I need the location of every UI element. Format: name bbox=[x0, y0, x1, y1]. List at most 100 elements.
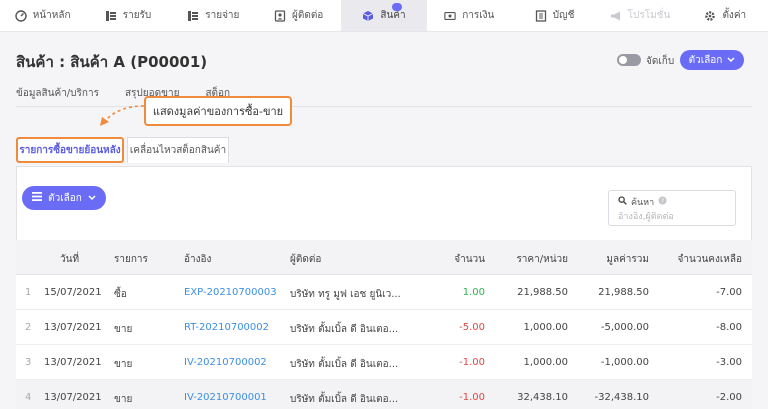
income-icon bbox=[105, 10, 117, 22]
tab-product-info[interactable]: ข้อมูลสินค้า/บริการ bbox=[16, 86, 99, 101]
col-date[interactable]: วันที่ bbox=[60, 252, 79, 267]
row-ref-link[interactable]: IV-20210700002 bbox=[184, 357, 267, 368]
row-type: ขาย bbox=[114, 359, 133, 370]
row-balance: -3.00 bbox=[716, 357, 742, 368]
row-qty: -5.00 bbox=[459, 322, 485, 333]
nav-label: ผู้ติดต่อ bbox=[291, 10, 324, 21]
col-qty[interactable]: จำนวน bbox=[454, 252, 485, 267]
row-price: 21,988.50 bbox=[517, 287, 568, 298]
page-options-label: ตัวเลือก bbox=[688, 54, 723, 66]
nav-item-settings[interactable]: ตั้งค่า bbox=[683, 0, 768, 31]
nav-label: หน้าหลัก bbox=[32, 10, 71, 21]
row-contact: บริษัท ตั้มเบิ้ล ดี อินเตอ... bbox=[290, 394, 399, 405]
search-label-text: ค้นหา bbox=[631, 198, 655, 208]
table-row[interactable]: 2 13/07/2021 ขาย RT-20210700002 บริษัท ต… bbox=[16, 310, 752, 345]
nav-item-dashboard[interactable]: หน้าหลัก bbox=[0, 0, 85, 31]
nav-label: บัญชี bbox=[552, 10, 575, 21]
ledger-icon bbox=[535, 9, 547, 22]
tab-transaction-history[interactable]: รายการซื้อขายย้อนหลัง bbox=[16, 137, 124, 163]
col-balance[interactable]: จำนวนคงเหลือ bbox=[678, 252, 742, 267]
nav-label: โปรโมชั่น bbox=[627, 10, 671, 21]
col-contact[interactable]: ผู้ติดต่อ bbox=[290, 252, 321, 267]
table-row[interactable]: 4 13/07/2021 ขาย IV-20210700001 บริษัท ต… bbox=[16, 380, 752, 409]
col-price[interactable]: ราคา/หน่วย bbox=[516, 252, 568, 267]
dashboard-icon bbox=[15, 9, 27, 22]
nav-item-products[interactable]: สินค้า bbox=[341, 0, 427, 31]
row-index: 3 bbox=[25, 357, 32, 368]
options-label: ตัวเลือก bbox=[48, 192, 82, 204]
tab-stock-movement[interactable]: เคลื่อนไหวสต็อกสินค้า bbox=[127, 137, 229, 163]
callout-arrow-icon bbox=[100, 105, 145, 126]
row-date: 13/07/2021 bbox=[44, 392, 102, 403]
archive-toggle[interactable] bbox=[617, 54, 641, 66]
table-header: วันที่ รายการ อ้างอิง ผู้ติดต่อ จำนวน รา… bbox=[16, 240, 752, 275]
nav-label: รายรับ bbox=[122, 10, 152, 21]
row-total: -32,438.10 bbox=[594, 392, 649, 403]
finance-icon bbox=[444, 10, 456, 22]
row-type: ขาย bbox=[114, 324, 133, 335]
search-box: ค้นหา ? bbox=[608, 190, 736, 226]
row-contact: บริษัท ทรู มูฟ เอช ยูนิเว... bbox=[290, 289, 401, 300]
row-contact: บริษัท ตั้มเบิ้ล ดี อินเตอ... bbox=[290, 359, 399, 370]
row-total: -5,000.00 bbox=[600, 322, 649, 333]
row-total: -1,000.00 bbox=[600, 357, 649, 368]
page-options-button[interactable]: ตัวเลือก bbox=[680, 50, 744, 70]
row-qty: 1.00 bbox=[462, 287, 485, 298]
nav-label: การเงิน bbox=[462, 10, 495, 21]
row-date: 15/07/2021 bbox=[44, 287, 102, 298]
row-balance: -8.00 bbox=[716, 322, 742, 333]
row-date: 13/07/2021 bbox=[44, 322, 102, 333]
col-type[interactable]: รายการ bbox=[114, 252, 148, 267]
chevron-down-icon bbox=[727, 55, 735, 66]
archive-toggle-label: จัดเก็บ bbox=[646, 56, 675, 67]
options-button[interactable]: ตัวเลือก bbox=[22, 186, 106, 210]
nav-item-contacts[interactable]: ผู้ติดต่อ bbox=[256, 0, 341, 31]
row-price: 1,000.00 bbox=[523, 357, 568, 368]
search-label: ค้นหา ? bbox=[618, 195, 726, 209]
top-nav: หน้าหลัก รายรับ รายจ่าย ผู้ติดต่อ สินค้า… bbox=[0, 0, 768, 32]
expense-icon bbox=[187, 10, 199, 22]
row-date: 13/07/2021 bbox=[44, 357, 102, 368]
page-title: สินค้า : สินค้า A (P00001) bbox=[16, 53, 208, 71]
callout-box: แสดงมูลค่าของการซื้อ-ขาย bbox=[144, 96, 292, 126]
list-icon bbox=[32, 192, 43, 204]
row-index: 1 bbox=[25, 287, 32, 298]
nav-label: รายจ่าย bbox=[205, 10, 240, 21]
nav-item-ledger[interactable]: บัญชี bbox=[512, 0, 597, 31]
nav-item-expense[interactable]: รายจ่าย bbox=[171, 0, 256, 31]
new-badge-icon bbox=[391, 3, 402, 11]
row-ref-link[interactable]: RT-20210700002 bbox=[184, 322, 269, 333]
nav-item-finance[interactable]: การเงิน bbox=[427, 0, 512, 31]
row-balance: -7.00 bbox=[716, 287, 742, 298]
gear-icon bbox=[704, 10, 716, 22]
col-total[interactable]: มูลค่ารวม bbox=[606, 252, 649, 267]
megaphone-icon bbox=[610, 10, 622, 22]
search-input[interactable] bbox=[618, 212, 726, 222]
contacts-icon bbox=[274, 9, 286, 22]
table-row[interactable]: 3 13/07/2021 ขาย IV-20210700002 บริษัท ต… bbox=[16, 345, 752, 380]
help-icon: ? bbox=[658, 196, 667, 208]
row-price: 1,000.00 bbox=[523, 322, 568, 333]
callout-text: แสดงมูลค่าของการซื้อ-ขาย bbox=[152, 105, 284, 118]
row-balance: -2.00 bbox=[716, 392, 742, 403]
row-total: 21,988.50 bbox=[598, 287, 649, 298]
row-ref-link[interactable]: IV-20210700001 bbox=[184, 392, 267, 403]
row-qty: -1.00 bbox=[459, 357, 485, 368]
row-qty: -1.00 bbox=[459, 392, 485, 403]
col-ref[interactable]: อ้างอิง bbox=[184, 252, 211, 267]
search-icon bbox=[618, 196, 627, 208]
row-type: ขาย bbox=[114, 394, 133, 405]
row-price: 32,438.10 bbox=[517, 392, 568, 403]
row-index: 2 bbox=[25, 322, 32, 333]
nav-item-promotion: โปรโมชั่น bbox=[597, 0, 682, 31]
box-icon bbox=[362, 10, 374, 22]
chevron-down-icon bbox=[88, 193, 96, 204]
svg-text:?: ? bbox=[661, 198, 664, 205]
row-index: 4 bbox=[25, 392, 32, 403]
row-type: ซื้อ bbox=[114, 289, 127, 300]
nav-label: ตั้งค่า bbox=[722, 10, 747, 21]
row-contact: บริษัท ตั้มเบิ้ล ดี อินเตอ... bbox=[290, 324, 399, 335]
nav-item-income[interactable]: รายรับ bbox=[85, 0, 170, 31]
table-row[interactable]: 1 15/07/2021 ซื้อ EXP-20210700003 บริษัท… bbox=[16, 275, 752, 310]
row-ref-link[interactable]: EXP-20210700003 bbox=[184, 287, 277, 298]
